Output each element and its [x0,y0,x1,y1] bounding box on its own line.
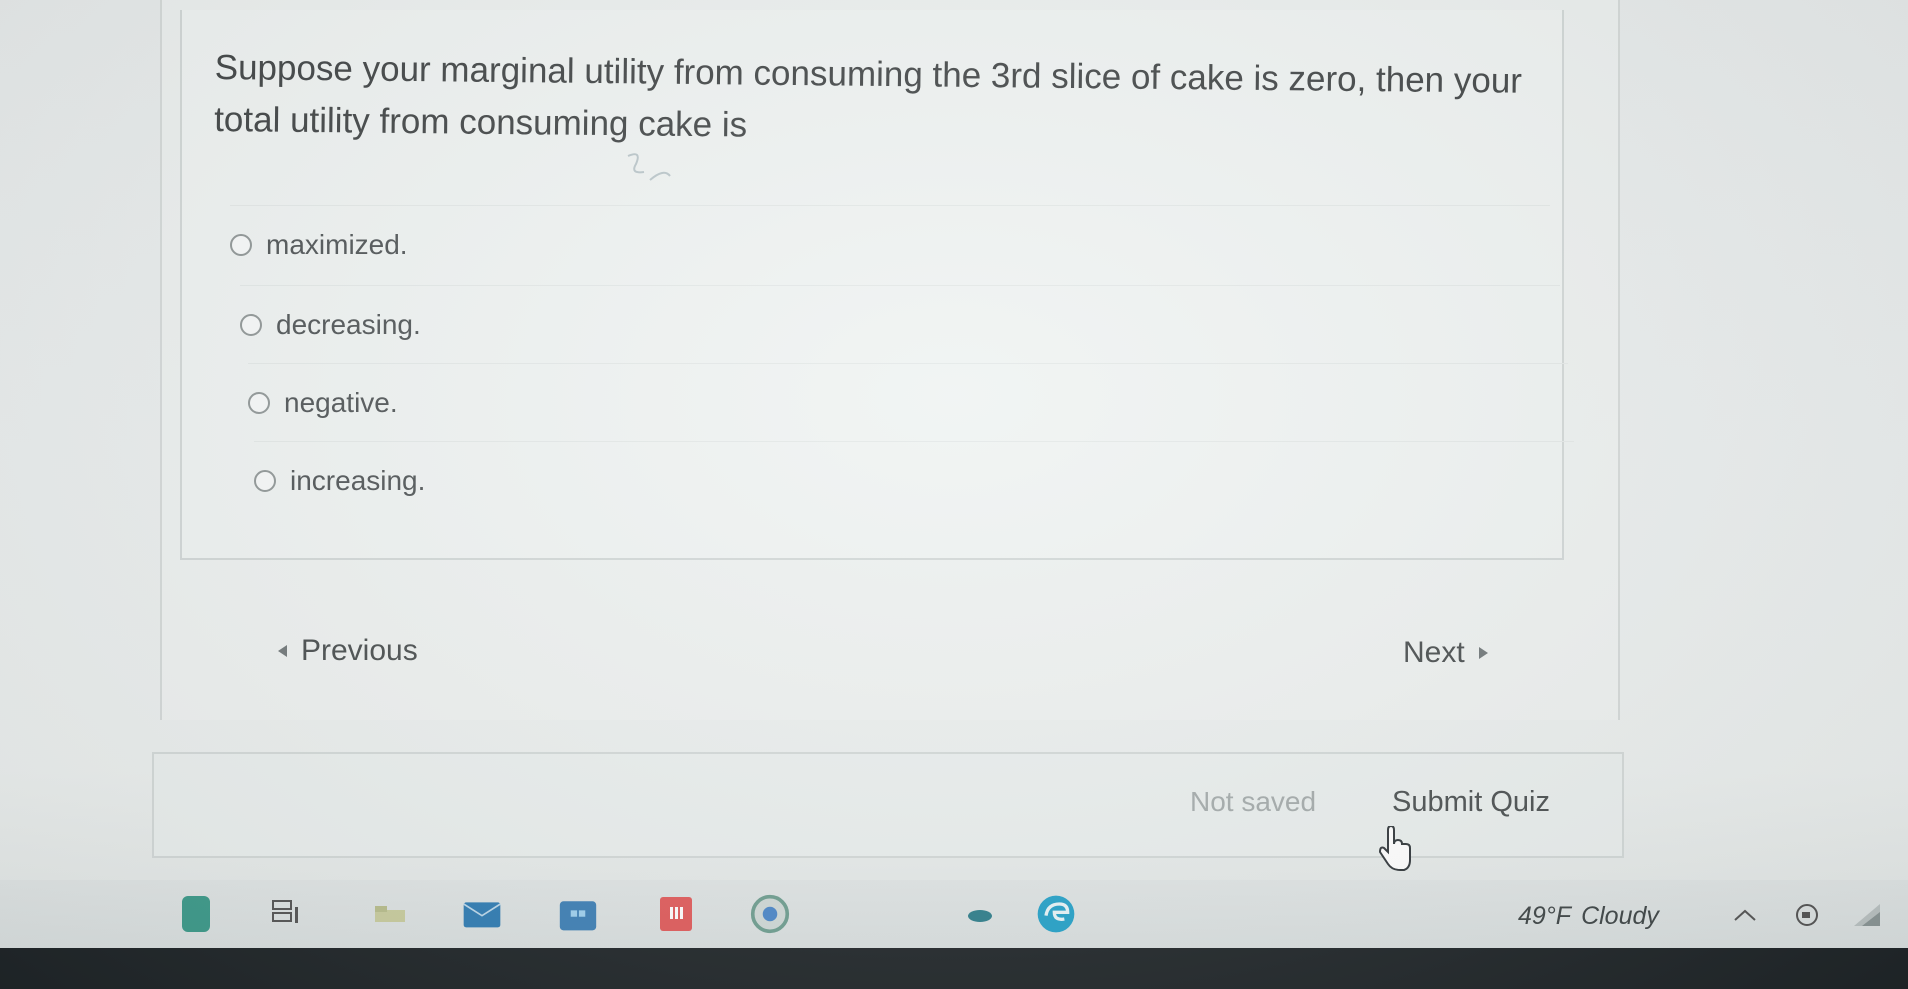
chevron-right-icon [1478,647,1488,659]
radio-button[interactable] [240,314,262,336]
answer-label: increasing. [290,465,426,496]
radio-button[interactable] [230,234,252,256]
radio-button[interactable] [248,392,270,414]
previous-button[interactable]: Previous [278,634,418,668]
weather-temp: 49°F [1518,902,1572,930]
question-text: Suppose your marginal utility from consu… [213,47,1523,145]
task-view-icon[interactable] [266,894,306,934]
answer-option-negative[interactable]: negative. [248,363,1568,442]
cursor-scribble-icon [627,153,671,181]
answer-option-maximized[interactable]: maximized. [230,205,1550,284]
weather-condition: Cloudy [1581,902,1659,930]
answer-label: maximized. [266,229,408,260]
office-icon[interactable] [656,894,696,934]
network-icon[interactable] [1852,900,1882,930]
chevron-up-icon[interactable] [1730,900,1760,930]
hand-pointer-icon [1378,826,1411,871]
answer-label: decreasing. [276,309,421,340]
next-label: Next [1403,636,1465,669]
answer-option-decreasing[interactable]: decreasing. [240,285,1560,364]
pin-icon[interactable] [960,894,1000,934]
save-status: Not saved [1190,786,1317,817]
answer-option-increasing[interactable]: increasing. [254,441,1574,520]
file-explorer-icon[interactable] [370,894,410,934]
chrome-icon[interactable] [750,894,790,934]
screen-bezel [0,948,1908,989]
store-icon[interactable] [558,894,598,934]
edge-icon[interactable] [1036,894,1076,934]
answer-label: negative. [284,387,398,418]
next-button[interactable]: Next [1403,636,1488,670]
radio-button[interactable] [254,470,276,492]
chevron-left-icon [278,645,287,657]
submit-quiz-button[interactable]: Submit Quiz [1392,786,1550,819]
speaker-icon[interactable] [1792,900,1822,930]
weather-widget[interactable]: 49°F Cloudy [1518,902,1659,931]
mail-icon[interactable] [462,894,502,934]
previous-label: Previous [301,634,418,667]
start-icon[interactable] [176,894,216,934]
